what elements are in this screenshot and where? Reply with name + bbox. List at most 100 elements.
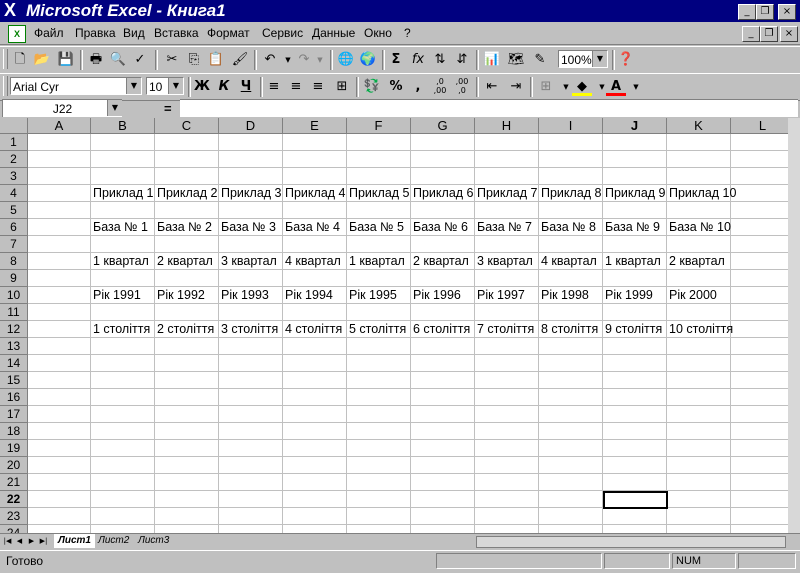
row-header-19[interactable]: 19 (0, 440, 28, 457)
menu-edit[interactable]: Правка (75, 26, 116, 40)
row-header-5[interactable]: 5 (0, 202, 28, 219)
font-size-combo[interactable]: 10 ▼ (146, 77, 184, 95)
hyperlink-icon[interactable]: 🌐 (336, 50, 356, 70)
cell-j10[interactable]: Рік 1999 (603, 287, 653, 304)
column-header-b[interactable]: B (91, 118, 155, 134)
row-header-23[interactable]: 23 (0, 508, 28, 525)
cell-j6[interactable]: База № 9 (603, 219, 660, 236)
percent-button[interactable]: % (386, 77, 406, 97)
cell-g4[interactable]: Приклад 6 (411, 185, 474, 202)
cell-e4[interactable]: Приклад 4 (283, 185, 346, 202)
doc-minimize-button[interactable]: _ (742, 26, 760, 42)
menu-file[interactable]: Файл (34, 26, 64, 40)
autosum-icon[interactable]: Σ (386, 50, 406, 70)
toolbar-grip[interactable] (3, 49, 8, 69)
font-color-icon[interactable]: A (606, 77, 626, 96)
doc-restore-button[interactable]: ❐ (760, 26, 778, 42)
cell-h8[interactable]: 3 квартал (475, 253, 533, 270)
cell-k4[interactable]: Приклад 10 (667, 185, 736, 202)
row-header-12[interactable]: 12 (0, 321, 28, 338)
cell-c4[interactable]: Приклад 2 (155, 185, 218, 202)
sheet-tab-2[interactable]: Лист2 (94, 534, 133, 548)
cell-c10[interactable]: Рік 1992 (155, 287, 205, 304)
cell-b12[interactable]: 1 століття (91, 321, 150, 338)
cell-i8[interactable]: 4 квартал (539, 253, 597, 270)
cell-b6[interactable]: База № 1 (91, 219, 148, 236)
sheet-tab-1[interactable]: Лист1 (54, 534, 95, 548)
menu-help[interactable]: ? (404, 26, 411, 40)
print-icon[interactable]: 🖶 (86, 50, 106, 70)
column-header-e[interactable]: E (283, 118, 347, 134)
menu-data[interactable]: Данные (312, 26, 355, 40)
align-left-icon[interactable]: ≡ (264, 77, 284, 97)
menu-format[interactable]: Формат (207, 26, 250, 40)
row-header-20[interactable]: 20 (0, 457, 28, 474)
cell-h6[interactable]: База № 7 (475, 219, 532, 236)
cell-d4[interactable]: Приклад 3 (219, 185, 282, 202)
decrease-decimal-button[interactable]: ,00 ,0 (452, 77, 472, 97)
cell-c6[interactable]: База № 2 (155, 219, 212, 236)
menu-tools[interactable]: Сервис (262, 26, 303, 40)
chevron-down-icon[interactable]: ▼ (126, 78, 141, 94)
cell-g10[interactable]: Рік 1996 (411, 287, 461, 304)
row-header-16[interactable]: 16 (0, 389, 28, 406)
undo-icon[interactable]: ↶ (260, 50, 280, 70)
cell-f8[interactable]: 1 квартал (347, 253, 405, 270)
close-button[interactable]: × (778, 4, 796, 20)
cell-g6[interactable]: База № 6 (411, 219, 468, 236)
formula-equals[interactable]: = (164, 101, 172, 116)
underline-button[interactable]: Ч (236, 77, 256, 97)
row-header-4[interactable]: 4 (0, 185, 28, 202)
prev-sheet-icon[interactable]: ◀ (14, 536, 25, 547)
column-header-d[interactable]: D (219, 118, 283, 134)
vertical-scrollbar[interactable] (788, 118, 800, 533)
cut-icon[interactable]: ✂ (162, 50, 182, 70)
next-sheet-icon[interactable]: ▶ (26, 536, 37, 547)
cell-g12[interactable]: 6 століття (411, 321, 470, 338)
redo-dropdown-icon[interactable]: ▼ (310, 50, 330, 70)
cell-h4[interactable]: Приклад 7 (475, 185, 538, 202)
row-header-17[interactable]: 17 (0, 406, 28, 423)
toolbar-grip[interactable] (3, 76, 8, 96)
bold-button[interactable]: Ж (192, 77, 212, 97)
cell-b8[interactable]: 1 квартал (91, 253, 149, 270)
chart-wizard-icon[interactable]: 📊 (482, 50, 502, 70)
new-icon[interactable]: 🗋 (10, 50, 30, 70)
row-header-22[interactable]: 22 (0, 491, 28, 508)
row-header-14[interactable]: 14 (0, 355, 28, 372)
italic-button[interactable]: К (214, 77, 234, 97)
restore-button[interactable]: ❐ (756, 4, 774, 20)
cell-b4[interactable]: Приклад 1 (91, 185, 154, 202)
sheet-tab-3[interactable]: Лист3 (134, 534, 173, 548)
decrease-indent-icon[interactable]: ⇤ (482, 77, 502, 97)
save-icon[interactable]: 💾 (56, 50, 76, 70)
row-header-9[interactable]: 9 (0, 270, 28, 287)
menu-window[interactable]: Окно (364, 26, 392, 40)
minimize-button[interactable]: _ (738, 4, 756, 20)
menu-view[interactable]: Вид (123, 26, 145, 40)
column-header-l[interactable]: L (731, 118, 788, 134)
map-icon[interactable]: 🗺 (506, 50, 526, 70)
first-sheet-icon[interactable]: |◀ (2, 536, 13, 547)
row-header-8[interactable]: 8 (0, 253, 28, 270)
row-header-21[interactable]: 21 (0, 474, 28, 491)
column-header-g[interactable]: G (411, 118, 475, 134)
column-header-a[interactable]: A (28, 118, 91, 134)
cell-d10[interactable]: Рік 1993 (219, 287, 269, 304)
align-right-icon[interactable]: ≡ (308, 77, 328, 97)
row-header-1[interactable]: 1 (0, 134, 28, 151)
cell-e6[interactable]: База № 4 (283, 219, 340, 236)
open-icon[interactable]: 📂 (32, 50, 52, 70)
row-header-24[interactable]: 24 (0, 525, 28, 533)
column-header-j[interactable]: J (603, 118, 667, 134)
cell-c12[interactable]: 2 століття (155, 321, 214, 338)
row-header-7[interactable]: 7 (0, 236, 28, 253)
chevron-down-icon[interactable]: ▼ (592, 51, 607, 67)
row-header-11[interactable]: 11 (0, 304, 28, 321)
cell-f10[interactable]: Рік 1995 (347, 287, 397, 304)
cell-i6[interactable]: База № 8 (539, 219, 596, 236)
column-header-k[interactable]: K (667, 118, 731, 134)
cell-h10[interactable]: Рік 1997 (475, 287, 525, 304)
cell-j12[interactable]: 9 століття (603, 321, 662, 338)
cell-h12[interactable]: 7 століття (475, 321, 534, 338)
